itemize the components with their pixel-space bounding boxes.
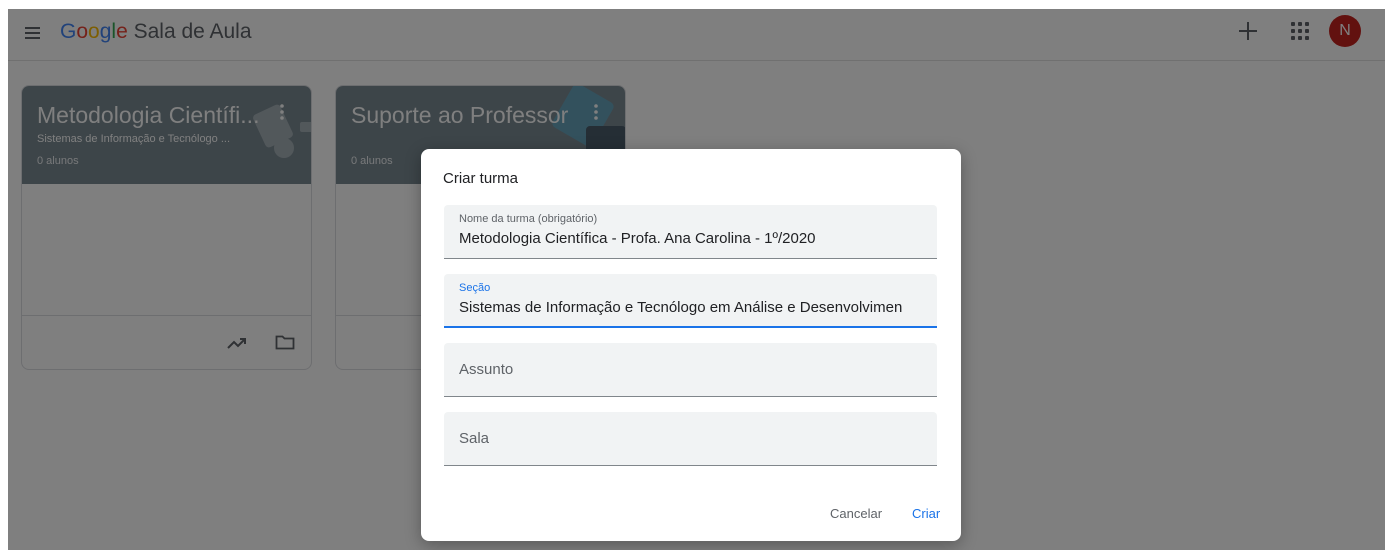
room-field[interactable]: Sala	[444, 412, 937, 466]
cancel-button[interactable]: Cancelar	[830, 504, 882, 524]
classroom-page: Google Sala de Aula N Metodologia Cientí…	[8, 9, 1385, 550]
field-value[interactable]: Sistemas de Informação e Tecnólogo em An…	[459, 298, 929, 318]
field-label: Nome da turma (obrigatório)	[459, 213, 598, 225]
field-placeholder: Assunto	[459, 361, 514, 378]
subject-field[interactable]: Assunto	[444, 343, 937, 397]
dialog-title: Criar turma	[443, 170, 519, 187]
field-value[interactable]: Metodologia Científica - Profa. Ana Caro…	[459, 229, 929, 249]
create-class-dialog: Criar turma Nome da turma (obrigatório) …	[421, 149, 961, 541]
field-placeholder: Sala	[459, 430, 490, 447]
create-button[interactable]: Criar	[912, 504, 940, 524]
class-name-field[interactable]: Nome da turma (obrigatório) Metodologia …	[444, 205, 937, 259]
field-label: Seção	[459, 282, 491, 294]
section-field[interactable]: Seção Sistemas de Informação e Tecnólogo…	[444, 274, 937, 328]
